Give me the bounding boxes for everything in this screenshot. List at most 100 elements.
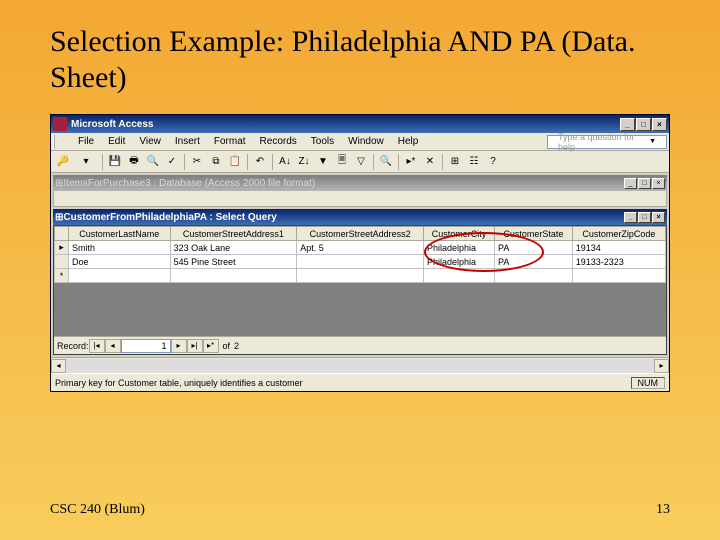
menu-view[interactable]: View (132, 134, 168, 149)
cell[interactable]: Philadelphia (423, 241, 494, 255)
slide-title: Selection Example: Philadelphia AND PA (… (0, 0, 720, 96)
scroll-left-button[interactable]: ◂ (51, 359, 66, 373)
copy-button[interactable]: ⧉ (207, 153, 225, 171)
scroll-right-button[interactable]: ▸ (654, 359, 669, 373)
new-row[interactable]: * (55, 269, 666, 283)
menu-records[interactable]: Records (253, 134, 304, 149)
db-close-button[interactable]: × (652, 178, 665, 189)
filter-form-button[interactable]: 🗏 (333, 153, 351, 171)
filter-button[interactable]: ▼ (314, 153, 332, 171)
help-placeholder: Type a question for help (551, 130, 642, 154)
db-window-titlebar: ⊞ ItemsForPurchase3 : Database (Access 2… (53, 175, 667, 191)
new-record-button[interactable]: ▸* (402, 153, 420, 171)
help-button[interactable]: ? (484, 153, 502, 171)
col-lastname[interactable]: CustomerLastName (69, 227, 171, 241)
db-window-body (53, 191, 667, 207)
cell[interactable]: PA (495, 255, 573, 269)
sort-desc-button[interactable]: Z↓ (295, 153, 313, 171)
db-maximize-button[interactable]: □ (638, 178, 651, 189)
db-icon: ⊞ (55, 178, 63, 189)
col-addr1[interactable]: CustomerStreetAddress1 (170, 227, 297, 241)
record-navigator: Record: |◂ ◂ 1 ▸ ▸| ▸* of 2 (54, 336, 666, 354)
record-number-input[interactable]: 1 (121, 339, 171, 353)
delete-record-button[interactable]: ✕ (421, 153, 439, 171)
horizontal-scrollbar[interactable]: ◂ ▸ (51, 357, 669, 373)
next-record-button[interactable]: ▸ (171, 339, 187, 353)
paste-button[interactable]: 📋 (226, 153, 244, 171)
footer-left: CSC 240 (Blum) (50, 502, 145, 518)
data-grid[interactable]: CustomerLastName CustomerStreetAddress1 … (54, 226, 666, 283)
status-numlock: NUM (631, 377, 666, 389)
save-button[interactable]: 💾 (106, 153, 124, 171)
of-label: of (219, 341, 235, 351)
q-maximize-button[interactable]: □ (638, 212, 651, 223)
undo-button[interactable]: ↶ (251, 153, 269, 171)
menu-window[interactable]: Window (341, 134, 391, 149)
cell[interactable]: 19134 (572, 241, 665, 255)
menubar-grip[interactable] (53, 135, 69, 149)
cell[interactable]: PA (495, 241, 573, 255)
menu-format[interactable]: Format (207, 134, 253, 149)
record-total: 2 (234, 341, 239, 351)
chevron-down-icon[interactable]: ▼ (642, 136, 663, 147)
close-button[interactable]: × (652, 118, 667, 131)
app-title: Microsoft Access (71, 119, 153, 130)
new-object-button[interactable]: ☷ (465, 153, 483, 171)
query-window-title: CustomerFromPhiladelphiaPA : Select Quer… (63, 212, 276, 223)
record-label: Record: (57, 341, 89, 351)
db-minimize-button[interactable]: _ (624, 178, 637, 189)
query-icon: ⊞ (55, 212, 63, 223)
menubar: File Edit View Insert Format Records Too… (51, 133, 669, 151)
menu-file[interactable]: File (71, 134, 101, 149)
cell[interactable]: 545 Pine Street (170, 255, 297, 269)
view-button[interactable]: 🔑 (54, 153, 72, 171)
q-minimize-button[interactable]: _ (624, 212, 637, 223)
first-record-button[interactable]: |◂ (89, 339, 105, 353)
apply-filter-button[interactable]: ▽ (352, 153, 370, 171)
cell[interactable]: 19133-2323 (572, 255, 665, 269)
menu-help[interactable]: Help (391, 134, 426, 149)
cell[interactable]: Philadelphia (423, 255, 494, 269)
db-window-button[interactable]: ⊞ (446, 153, 464, 171)
menu-edit[interactable]: Edit (101, 134, 132, 149)
page-number: 13 (656, 502, 670, 518)
menu-tools[interactable]: Tools (304, 134, 341, 149)
cell[interactable]: Smith (69, 241, 171, 255)
corner-cell[interactable] (55, 227, 69, 241)
q-close-button[interactable]: × (652, 212, 665, 223)
spell-button[interactable]: ✓ (163, 153, 181, 171)
access-window: Microsoft Access _ □ × File Edit View In… (50, 114, 670, 392)
slide-footer: CSC 240 (Blum) 13 (50, 502, 670, 518)
header-row: CustomerLastName CustomerStreetAddress1 … (55, 227, 666, 241)
prev-record-button[interactable]: ◂ (105, 339, 121, 353)
col-city[interactable]: CustomerCity (423, 227, 494, 241)
row-selector[interactable] (55, 255, 69, 269)
view-dropdown[interactable]: ▾ (73, 153, 99, 171)
row-selector[interactable]: ▸ (55, 241, 69, 255)
db-window-title: ItemsForPurchase3 : Database (Access 200… (63, 178, 315, 189)
access-icon (53, 117, 67, 131)
col-state[interactable]: CustomerState (495, 227, 573, 241)
cell[interactable]: 323 Oak Lane (170, 241, 297, 255)
sort-asc-button[interactable]: A↓ (276, 153, 294, 171)
cell[interactable] (297, 255, 424, 269)
statusbar: Primary key for Customer table, uniquely… (51, 373, 669, 391)
table-row[interactable]: ▸ Smith 323 Oak Lane Apt. 5 Philadelphia… (55, 241, 666, 255)
query-window: CustomerLastName CustomerStreetAddress1 … (53, 225, 667, 355)
print-button[interactable]: 🖶 (125, 153, 143, 171)
col-addr2[interactable]: CustomerStreetAddress2 (297, 227, 424, 241)
scroll-track[interactable] (66, 359, 654, 373)
menu-insert[interactable]: Insert (168, 134, 207, 149)
toolbar: 🔑 ▾ 💾 🖶 🔍 ✓ ✂ ⧉ 📋 ↶ A↓ Z↓ ▼ 🗏 ▽ 🔍 ▸* ✕ ⊞… (51, 151, 669, 173)
help-search-input[interactable]: Type a question for help ▼ (547, 135, 667, 149)
cell[interactable]: Apt. 5 (297, 241, 424, 255)
cut-button[interactable]: ✂ (188, 153, 206, 171)
new-record-nav-button[interactable]: ▸* (203, 339, 219, 353)
last-record-button[interactable]: ▸| (187, 339, 203, 353)
find-button[interactable]: 🔍 (377, 153, 395, 171)
preview-button[interactable]: 🔍 (144, 153, 162, 171)
cell[interactable]: Doe (69, 255, 171, 269)
table-row[interactable]: Doe 545 Pine Street Philadelphia PA 1913… (55, 255, 666, 269)
row-selector[interactable]: * (55, 269, 69, 283)
col-zip[interactable]: CustomerZipCode (572, 227, 665, 241)
